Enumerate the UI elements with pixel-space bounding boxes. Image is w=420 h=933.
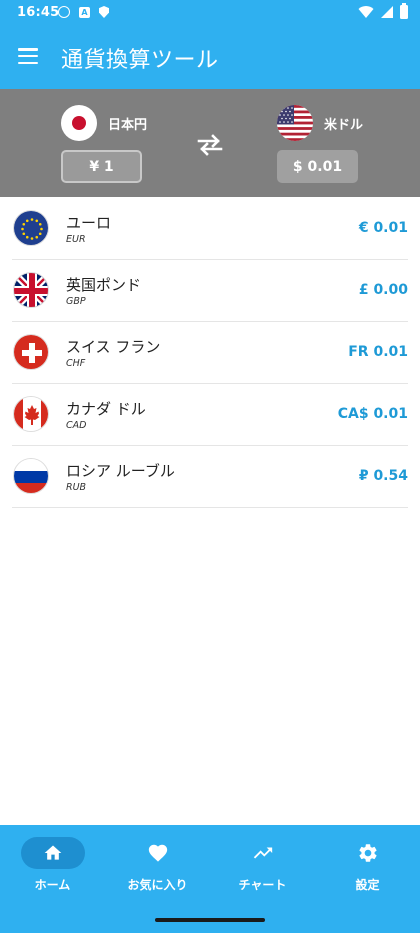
nav-favorites-indicator bbox=[126, 837, 190, 869]
canada-flag-icon bbox=[13, 396, 49, 432]
currency-value: CA$ 0.01 bbox=[337, 406, 408, 422]
converter-panel: 日本円 米ドル ¥ 1 $ 0.01 bbox=[0, 89, 420, 197]
nav-favorites[interactable]: お気に入り bbox=[105, 837, 210, 897]
from-amount-input[interactable]: ¥ 1 bbox=[61, 150, 142, 183]
wifi-icon bbox=[358, 6, 374, 19]
currency-value: € 0.01 bbox=[358, 220, 408, 236]
app-notification-icon: A bbox=[79, 6, 90, 18]
from-currency-name: 日本円 bbox=[108, 117, 148, 133]
japan-flag-icon bbox=[61, 105, 97, 141]
nav-chart[interactable]: チャート bbox=[210, 837, 315, 897]
status-system-icons bbox=[358, 3, 408, 19]
currency-code: RUB bbox=[66, 482, 87, 493]
currency-code: EUR bbox=[66, 234, 86, 245]
battery-icon bbox=[400, 3, 408, 19]
currency-value: £ 0.00 bbox=[358, 282, 408, 298]
nav-home-indicator bbox=[20, 837, 85, 869]
status-bar: 16:45 A bbox=[0, 0, 420, 26]
to-currency[interactable]: 米ドル bbox=[277, 105, 363, 141]
nav-home-label: ホーム bbox=[34, 878, 71, 892]
currency-code: CHF bbox=[66, 358, 86, 369]
status-notification-icons: A bbox=[58, 6, 109, 18]
currency-row-rub[interactable]: ロシア ルーブル RUB ₽ 0.54 bbox=[12, 446, 408, 508]
nav-home[interactable]: ホーム bbox=[0, 837, 105, 897]
sync-icon bbox=[58, 6, 70, 18]
bottom-navigation: ホーム お気に入り チャート 設定 bbox=[0, 825, 420, 933]
uk-flag-icon bbox=[13, 272, 49, 308]
gear-icon bbox=[358, 844, 377, 862]
currency-row-eur[interactable]: ユーロ EUR € 0.01 bbox=[12, 198, 408, 260]
currency-name: ユーロ bbox=[66, 214, 112, 232]
nav-settings[interactable]: 設定 bbox=[315, 837, 420, 897]
currency-value: FR 0.01 bbox=[348, 344, 408, 360]
nav-favorites-label: お気に入り bbox=[127, 878, 188, 892]
currency-name: スイス フラン bbox=[66, 338, 161, 356]
to-currency-name: 米ドル bbox=[324, 117, 364, 133]
from-currency[interactable]: 日本円 bbox=[61, 105, 147, 141]
home-icon bbox=[44, 845, 61, 860]
nav-settings-indicator bbox=[336, 837, 400, 869]
currency-code: GBP bbox=[66, 296, 86, 307]
swiss-flag-icon bbox=[13, 334, 49, 370]
to-amount-display: $ 0.01 bbox=[277, 150, 358, 183]
russia-flag-icon bbox=[13, 458, 49, 494]
status-time: 16:45 bbox=[17, 5, 60, 20]
currency-code: CAD bbox=[66, 420, 87, 431]
currency-name: カナダ ドル bbox=[66, 400, 146, 418]
us-flag-icon bbox=[277, 105, 313, 141]
currency-row-chf[interactable]: スイス フラン CHF FR 0.01 bbox=[12, 322, 408, 384]
currency-row-cad[interactable]: カナダ ドル CAD CA$ 0.01 bbox=[12, 384, 408, 446]
gesture-home-bar[interactable] bbox=[155, 918, 265, 922]
nav-settings-label: 設定 bbox=[355, 878, 380, 892]
app-title: 通貨換算ツール bbox=[61, 48, 219, 73]
eu-flag-icon bbox=[13, 210, 49, 246]
currency-row-gbp[interactable]: 英国ポンド GBP £ 0.00 bbox=[12, 260, 408, 322]
nav-chart-indicator bbox=[231, 837, 295, 869]
nav-chart-label: チャート bbox=[238, 878, 287, 892]
trending-up-icon bbox=[253, 847, 272, 859]
currency-list: ユーロ EUR € 0.01 英国ポンド GBP £ 0.00 スイス フラン … bbox=[0, 198, 420, 508]
currency-value: ₽ 0.54 bbox=[358, 468, 408, 484]
currency-name: ロシア ルーブル bbox=[66, 462, 175, 480]
heart-icon bbox=[148, 844, 167, 862]
shield-icon bbox=[99, 6, 109, 18]
menu-icon[interactable] bbox=[18, 48, 38, 64]
app-bar: 通貨換算ツール bbox=[0, 26, 420, 89]
swap-icon[interactable] bbox=[196, 133, 224, 157]
currency-name: 英国ポンド bbox=[66, 276, 142, 294]
signal-icon bbox=[381, 6, 393, 18]
